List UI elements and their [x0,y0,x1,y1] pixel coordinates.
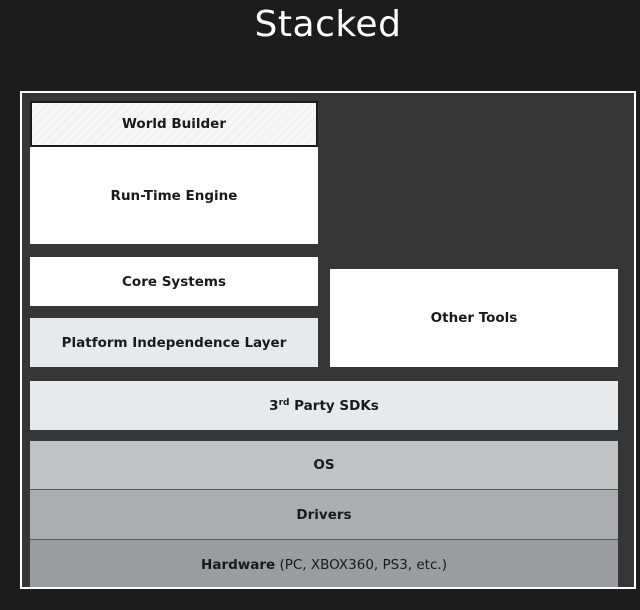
stack-diagram: World Builder Run-Time Engine Core Syste… [20,91,636,589]
third-party-sdks-layer: 3rd Party SDKs [30,381,618,430]
hardware-label: Hardware (PC, XBOX360, PS3, etc.) [201,557,447,573]
os-label: OS [313,457,335,473]
other-tools-label: Other Tools [430,310,518,326]
hardware-layer: Hardware (PC, XBOX360, PS3, etc.) [30,540,618,587]
os-layer: OS [30,441,618,489]
hardware-label-detail: (PC, XBOX360, PS3, etc.) [275,556,447,573]
third-party-sdks-label: 3rd Party SDKs [269,398,379,414]
run-time-engine-label: Run-Time Engine [110,187,238,204]
platform-independence-layer: Platform Independence Layer [30,318,318,367]
world-builder-layer: World Builder [30,101,318,147]
core-systems-layer: Core Systems [30,257,318,306]
third-party-sdks-suffix: Party SDKs [289,397,379,414]
drivers-layer: Drivers [30,490,618,539]
slide-title: Stacked [254,4,402,45]
platform-independence-label: Platform Independence Layer [61,334,287,351]
core-systems-label: Core Systems [122,273,226,290]
world-builder-label: World Builder [122,116,226,132]
other-tools-layer: Other Tools [330,269,618,367]
hardware-label-bold: Hardware [201,556,276,573]
third-party-sdks-superscript: rd [278,397,290,408]
drivers-label: Drivers [296,506,352,523]
run-time-engine-layer: Run-Time Engine [30,147,318,244]
third-party-sdks-prefix: 3 [269,397,279,414]
